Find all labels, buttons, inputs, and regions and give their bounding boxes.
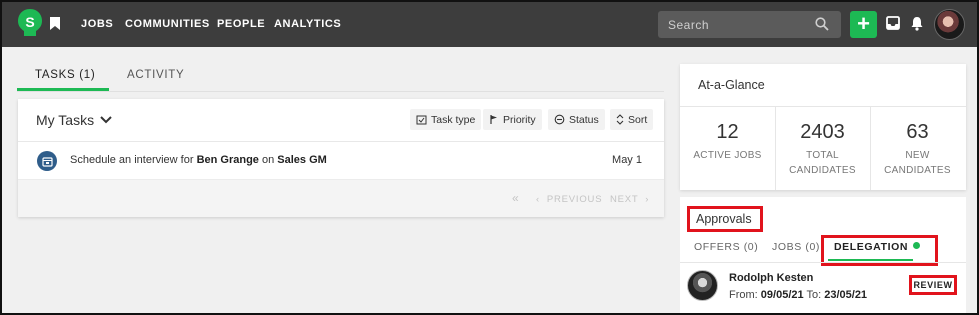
filter-task-type-button[interactable]: Task type [410,109,482,130]
to-date: 23/05/21 [824,289,868,301]
filter-status-button[interactable]: Status [548,109,605,130]
bookmark-icon[interactable] [50,17,60,30]
tasks-header: My Tasks Task type Priority Status Sort [18,99,664,142]
at-a-glance-panel: At-a-Glance 12 ACTIVE JOBS 2403 TOTAL CA… [680,64,966,190]
tab-tasks[interactable]: TASKS (1) [35,69,95,81]
previous-page-button[interactable]: ‹ PREVIOUS [536,194,602,205]
stat-label: NEW CANDIDATES [870,148,965,178]
task-candidate-link[interactable]: Ben Grange [197,154,259,166]
active-approval-tab-indicator [828,259,913,261]
user-avatar[interactable] [934,9,965,40]
at-a-glance-title: At-a-Glance [698,78,765,92]
stat-label: TOTAL CANDIDATES [775,148,870,178]
stat-label-line2: CANDIDATES [789,165,856,176]
active-tab-indicator [17,88,109,91]
tasks-panel: My Tasks Task type Priority Status Sort … [18,99,664,217]
logo-letter: S [25,14,34,30]
pagination: « ‹ PREVIOUS NEXT › [18,179,664,217]
search-placeholder: Search [668,17,710,32]
sort-button[interactable]: Sort [610,109,654,130]
inbox-icon[interactable] [886,16,900,30]
next-page-button[interactable]: NEXT › [610,194,649,205]
delegate-avatar [687,270,718,301]
stat-total-candidates[interactable]: 2403 TOTAL CANDIDATES [775,107,870,190]
chevron-down-icon [100,116,112,124]
delegate-name: Rodolph Kesten [729,272,814,284]
stat-label-line1: TOTAL [806,150,839,161]
my-tasks-label: My Tasks [36,112,95,128]
task-job-link[interactable]: Sales GM [277,154,327,166]
stat-value: 63 [906,121,929,143]
filter-priority-label: Priority [503,113,536,126]
first-page-button[interactable]: « [512,191,519,205]
task-prefix: Schedule an interview for [70,154,197,166]
stat-label-line1: NEW [905,150,930,161]
filter-priority-button[interactable]: Priority [483,109,542,130]
stat-active-jobs[interactable]: 12 ACTIVE JOBS [680,107,775,190]
sort-icon [616,114,624,125]
filter-task-type-label: Task type [431,113,476,126]
calendar-icon [37,151,57,171]
task-date: May 1 [612,154,642,166]
stat-label: ACTIVE JOBS [693,150,762,161]
tabs-divider [17,91,664,92]
stat-label-line2: CANDIDATES [884,165,951,176]
nav-item-people[interactable]: PEOPLE [217,18,265,30]
nav-item-communities[interactable]: COMMUNITIES [125,18,210,30]
review-button[interactable]: REVIEW [909,275,957,295]
calendar-check-icon [416,115,427,125]
notification-bell-icon[interactable] [910,16,924,31]
flag-icon [490,115,497,124]
my-tasks-dropdown[interactable]: My Tasks [36,112,112,128]
from-date: 09/05/21 [760,289,804,301]
nav-item-analytics[interactable]: ANALYTICS [274,18,341,30]
tab-activity[interactable]: ACTIVITY [127,69,184,81]
tab-offers[interactable]: OFFERS (0) [694,241,758,253]
filter-status-label: Status [569,113,599,126]
delegation-dates: From: 09/05/21 To: 23/05/21 [729,289,867,301]
status-circle-icon [554,114,565,125]
stat-new-candidates[interactable]: 63 NEW CANDIDATES [870,107,965,190]
stat-value: 12 [716,121,739,143]
logo-icon[interactable]: S [16,8,44,38]
add-button[interactable]: + [850,11,877,38]
task-middle: on [258,154,278,166]
highlight-box-approvals [687,206,763,232]
to-label: To: [806,289,822,301]
nav-item-jobs[interactable]: JOBS [81,18,113,30]
search-input[interactable]: Search [658,11,841,38]
from-label: From: [729,289,758,301]
tab-approval-jobs[interactable]: JOBS (0) [772,241,820,253]
top-navigation-bar: S JOBS COMMUNITIES PEOPLE ANALYTICS Sear… [2,2,977,47]
sort-label: Sort [628,113,648,126]
stat-value: 2403 [800,121,845,143]
divider [680,262,966,263]
task-row[interactable]: Schedule an interview for Ben Grange on … [18,143,664,179]
task-description: Schedule an interview for Ben Grange on … [70,154,327,166]
app-frame: S JOBS COMMUNITIES PEOPLE ANALYTICS Sear… [0,0,979,315]
search-icon [815,17,829,31]
